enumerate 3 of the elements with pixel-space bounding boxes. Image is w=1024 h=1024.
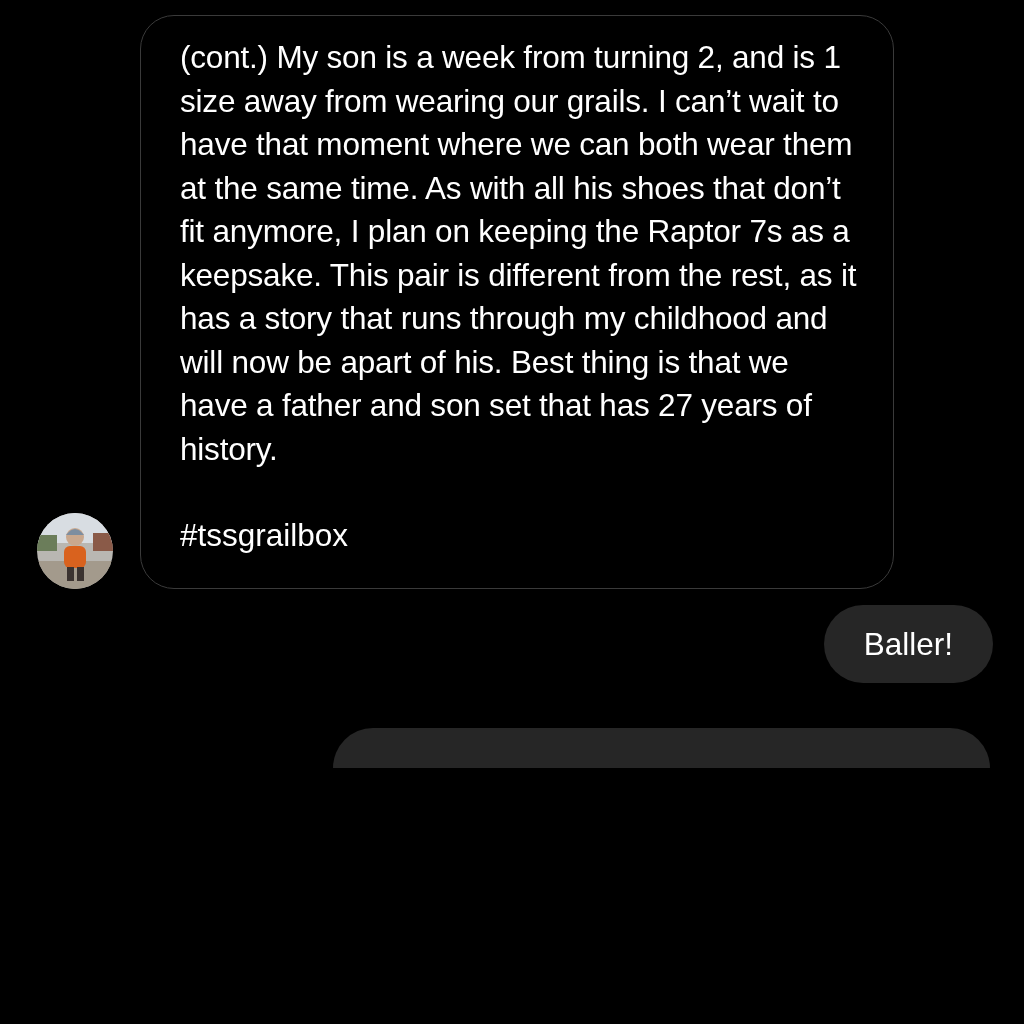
- hashtag-text: #tssgrailbox: [180, 516, 350, 555]
- message-bubble: Baller!: [823, 604, 993, 683]
- message-text: (cont.) My son is a week from turning 2, and is 1 size away from wearing our grails. I can’t wait to have that moment where we can both wear them at the same time. As with all his shoes that don’t fit anymore, I plan on keeping the Raptor 7s as a keepsake. This pair is different from the rest, as it has a story that runs through my childhood and will now be apart of his. Best thing is that we have a father and son set that has 27 years of history.: [180, 38, 858, 469]
